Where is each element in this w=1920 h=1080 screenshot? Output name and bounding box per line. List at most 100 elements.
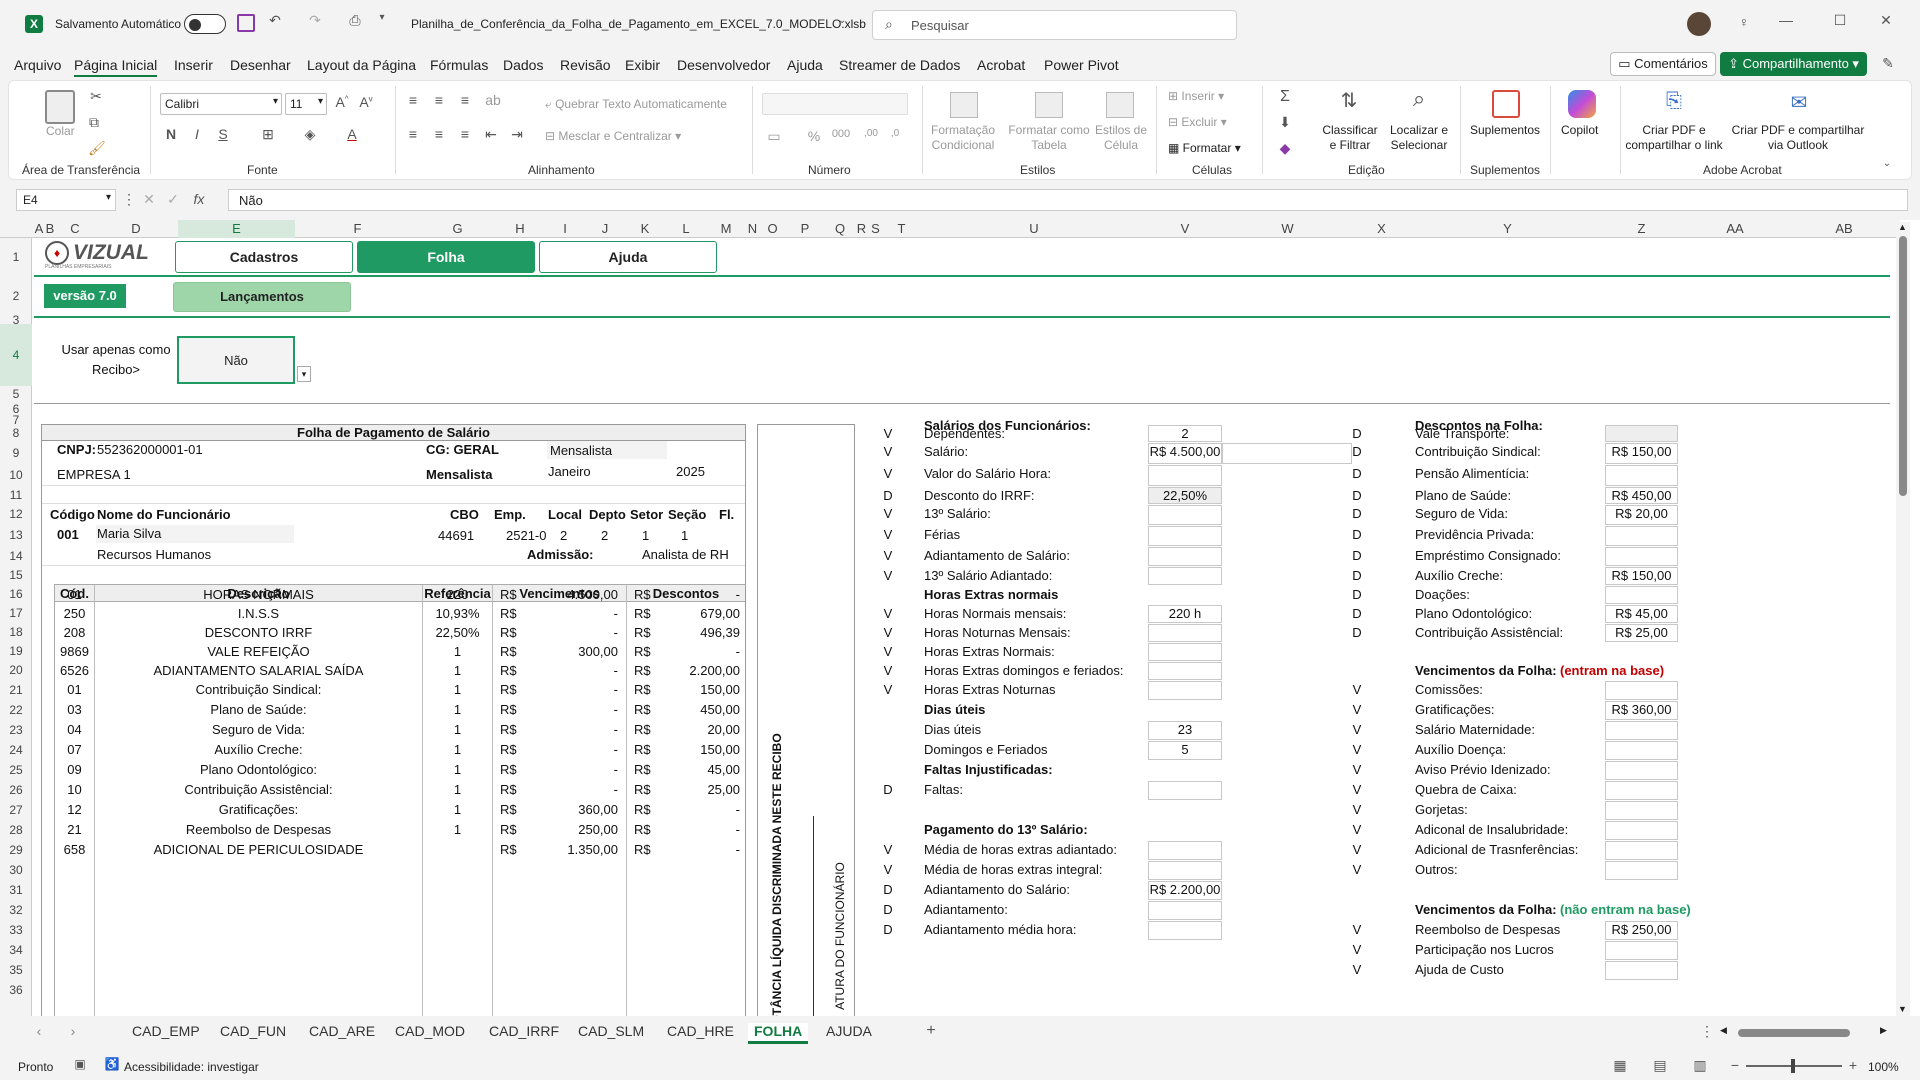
row-header-25[interactable]: 25 bbox=[0, 760, 32, 780]
clear-icon[interactable]: ◆ bbox=[1276, 140, 1294, 157]
salary-input[interactable] bbox=[1148, 526, 1222, 546]
tab-cad-hre[interactable]: CAD_HRE bbox=[667, 1023, 734, 1039]
scroll-right-icon[interactable]: ▶ bbox=[1880, 1025, 1887, 1036]
col-header-AA[interactable]: AA bbox=[1678, 220, 1792, 238]
scroll-down-icon[interactable]: ▼ bbox=[1898, 1004, 1907, 1014]
minimize-icon[interactable]: — bbox=[1776, 12, 1796, 28]
col-header-H[interactable]: H bbox=[495, 220, 545, 238]
font-name-select[interactable]: Calibri ▾ bbox=[160, 93, 282, 115]
chevron-down-icon[interactable]: ⌄ bbox=[838, 15, 846, 26]
autosave-toggle[interactable] bbox=[184, 14, 226, 34]
horizontal-scrollbar[interactable]: ◀ ▶ bbox=[1720, 1025, 1892, 1039]
scroll-up-icon[interactable]: ▲ bbox=[1898, 222, 1907, 232]
row-header-8[interactable]: 8 bbox=[0, 424, 32, 442]
menu-layout-da-p-gina[interactable]: Layout da Página bbox=[307, 57, 416, 73]
find-select-icon[interactable]: ⌕ bbox=[1404, 86, 1434, 112]
col-header-L[interactable]: L bbox=[665, 220, 707, 238]
col-header-V[interactable]: V bbox=[1148, 220, 1222, 238]
cadastros-button[interactable]: Cadastros bbox=[175, 241, 353, 273]
earnings-base-input[interactable] bbox=[1605, 781, 1678, 800]
file-name[interactable]: Planilha_de_Conferência_da_Folha_de_Paga… bbox=[411, 17, 866, 31]
addins-button[interactable]: Suplementos bbox=[1470, 123, 1540, 138]
accessibility-icon[interactable]: ♿ bbox=[104, 1057, 120, 1071]
bold-icon[interactable]: N bbox=[164, 126, 178, 142]
row-header-22[interactable]: 22 bbox=[0, 700, 32, 720]
overtime-input[interactable] bbox=[1148, 624, 1222, 642]
underline-icon[interactable]: S bbox=[216, 126, 230, 142]
row-header-28[interactable]: 28 bbox=[0, 820, 32, 840]
name-box[interactable]: E4 ▾ bbox=[16, 189, 116, 211]
row-header-36[interactable]: 36 bbox=[0, 980, 32, 1000]
overtime-input[interactable] bbox=[1148, 643, 1222, 661]
sort-filter-icon[interactable]: ⇅ bbox=[1334, 88, 1364, 113]
row-header-24[interactable]: 24 bbox=[0, 740, 32, 760]
row-header-1[interactable]: 1 bbox=[0, 238, 32, 276]
more-options-icon[interactable]: ⋮ bbox=[122, 191, 136, 208]
salary-input[interactable] bbox=[1148, 547, 1222, 566]
next-sheet-icon[interactable]: › bbox=[66, 1023, 80, 1039]
autosum-icon[interactable]: Σ bbox=[1276, 88, 1294, 106]
pdf-outlook-icon[interactable]: ✉ bbox=[1785, 90, 1813, 115]
earnings-base-input[interactable] bbox=[1605, 741, 1678, 760]
tab-cad-emp[interactable]: CAD_EMP bbox=[132, 1023, 200, 1039]
col-header-O[interactable]: O bbox=[760, 220, 785, 238]
tab-ajuda[interactable]: AJUDA bbox=[826, 1023, 872, 1039]
col-header-S[interactable]: S bbox=[868, 220, 883, 238]
row-header-29[interactable]: 29 bbox=[0, 840, 32, 860]
row-header-17[interactable]: 17 bbox=[0, 604, 32, 623]
row-header-16[interactable]: 16 bbox=[0, 585, 32, 604]
deductions-input[interactable] bbox=[1605, 465, 1678, 486]
row-header-13[interactable]: 13 bbox=[0, 525, 32, 546]
col-header-D[interactable]: D bbox=[94, 220, 178, 238]
pen-icon[interactable]: ✎ bbox=[1880, 55, 1896, 72]
thirteenth-input[interactable] bbox=[1148, 841, 1222, 860]
copy-icon[interactable]: ⧉ bbox=[86, 114, 102, 131]
zoom-slider[interactable] bbox=[1746, 1059, 1842, 1073]
row-header-34[interactable]: 34 bbox=[0, 940, 32, 960]
decrease-decimal-icon[interactable]: ,0 bbox=[886, 128, 904, 139]
percent-icon[interactable]: % bbox=[806, 128, 822, 144]
thirteenth-input[interactable] bbox=[1148, 861, 1222, 880]
number-format-select[interactable] bbox=[762, 93, 908, 115]
insert-cells-button[interactable]: ⊞ Inserir ▾ bbox=[1168, 89, 1224, 104]
tab-folha[interactable]: FOLHA bbox=[748, 1023, 809, 1044]
row-header-19[interactable]: 19 bbox=[0, 642, 32, 661]
menu-arquivo[interactable]: Arquivo bbox=[14, 57, 61, 73]
col-header-U[interactable]: U bbox=[920, 220, 1148, 238]
col-header-J[interactable]: J bbox=[585, 220, 625, 238]
shrink-font-icon[interactable]: Av bbox=[357, 94, 375, 110]
comments-button[interactable]: ▭ Comentários bbox=[1610, 52, 1716, 76]
scroll-left-icon[interactable]: ◀ bbox=[1720, 1025, 1727, 1036]
menu-inserir[interactable]: Inserir bbox=[174, 57, 213, 73]
horizontal-scroll-thumb[interactable] bbox=[1738, 1029, 1850, 1037]
tab-cad-are[interactable]: CAD_ARE bbox=[309, 1023, 375, 1039]
row-header-11[interactable]: 11 bbox=[0, 486, 32, 504]
format-painter-icon[interactable]: 🖌 bbox=[88, 140, 106, 157]
salary-input[interactable] bbox=[1148, 465, 1222, 486]
col-header-A[interactable]: A bbox=[34, 220, 44, 238]
align-left-icon[interactable]: ≡ bbox=[404, 126, 422, 142]
prev-sheet-icon[interactable]: ‹ bbox=[32, 1023, 46, 1039]
deductions-input[interactable] bbox=[1605, 425, 1678, 442]
earnings-base-input[interactable] bbox=[1605, 801, 1678, 820]
italic-icon[interactable]: I bbox=[190, 126, 204, 142]
close-icon[interactable]: ✕ bbox=[1876, 12, 1896, 29]
cell-styles-button[interactable]: Estilos de Célula bbox=[1094, 123, 1148, 153]
font-size-select[interactable]: 11 ▾ bbox=[285, 93, 327, 115]
row-header-4[interactable]: 4 bbox=[0, 324, 32, 386]
pdf-link-icon[interactable]: ⎘ bbox=[1660, 90, 1688, 113]
col-header-I[interactable]: I bbox=[545, 220, 585, 238]
deductions-input[interactable] bbox=[1605, 586, 1678, 604]
folha-button[interactable]: Folha bbox=[357, 241, 535, 273]
row-header-32[interactable]: 32 bbox=[0, 900, 32, 920]
col-header-P[interactable]: P bbox=[785, 220, 825, 238]
zoom-slider-thumb[interactable] bbox=[1791, 1059, 1795, 1073]
insert-function-icon[interactable]: fx bbox=[190, 191, 208, 207]
deductions-input[interactable] bbox=[1605, 547, 1678, 566]
add-sheet-icon[interactable]: + bbox=[922, 1022, 940, 1040]
row-header-2[interactable]: 2 bbox=[0, 276, 32, 316]
page-layout-icon[interactable]: ▤ bbox=[1652, 1057, 1668, 1074]
tab-cad-slm[interactable]: CAD_SLM bbox=[578, 1023, 644, 1039]
paste-button[interactable]: Colar bbox=[46, 124, 75, 139]
font-color-icon[interactable]: A bbox=[344, 126, 360, 142]
